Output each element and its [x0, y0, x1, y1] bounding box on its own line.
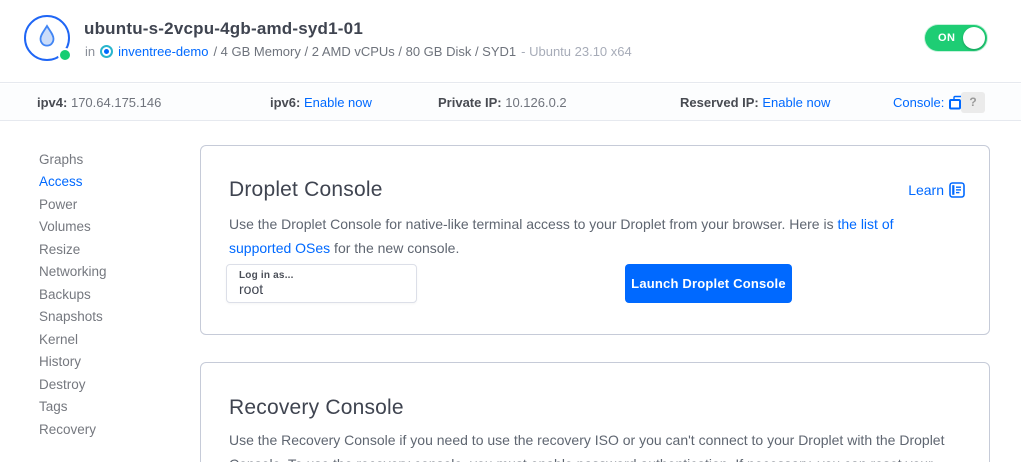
launch-droplet-console-button[interactable]: Launch Droplet Console: [625, 264, 792, 303]
project-icon: [100, 45, 113, 58]
private-ip-label: Private IP:: [438, 95, 502, 110]
droplet-page: ubuntu-s-2vcpu-4gb-amd-syd1-01 in invent…: [0, 0, 1021, 462]
droplet-os: - Ubuntu 23.10 x64: [521, 44, 632, 59]
ipv6-label: ipv6:: [270, 95, 300, 110]
sidebar-item-recovery[interactable]: Recovery: [39, 418, 189, 441]
ipv6-enable-link[interactable]: Enable now: [304, 95, 372, 110]
power-toggle[interactable]: ON: [925, 25, 987, 51]
sidebar-item-volumes[interactable]: Volumes: [39, 216, 189, 239]
status-online-dot: [58, 48, 72, 62]
droplet-sidebar: Graphs Access Power Volumes Resize Netwo…: [39, 148, 189, 441]
description-text-end: for the new console.: [330, 240, 459, 256]
recovery-console-title: Recovery Console: [229, 396, 404, 420]
reserved-ip-enable-link[interactable]: Enable now: [762, 95, 830, 110]
reserved-ip-label: Reserved IP:: [680, 95, 759, 110]
sidebar-item-graphs[interactable]: Graphs: [39, 148, 189, 171]
sidebar-item-destroy[interactable]: Destroy: [39, 373, 189, 396]
page-title: ubuntu-s-2vcpu-4gb-amd-syd1-01: [84, 19, 363, 39]
description-text-start: Use the Droplet Console for native-like …: [229, 216, 837, 232]
droplet-console-card: Droplet Console Learn Use the Droplet Co…: [200, 145, 990, 335]
droplet-console-title: Droplet Console: [229, 178, 383, 202]
droplet-logo-icon: [24, 15, 70, 61]
learn-link[interactable]: Learn: [908, 182, 965, 198]
droplet-subtitle: in inventree-demo / 4 GB Memory / 2 AMD …: [85, 44, 632, 59]
recovery-console-description: Use the Recovery Console if you need to …: [229, 428, 957, 462]
ip-bar: ipv4: 170.64.175.146 ipv6: Enable now Pr…: [0, 84, 1021, 121]
ipv4-label: ipv4:: [37, 95, 67, 110]
droplet-console-description: Use the Droplet Console for native-like …: [229, 212, 957, 260]
console-launcher[interactable]: Console:: [893, 95, 965, 110]
help-button[interactable]: ?: [961, 92, 985, 113]
sidebar-item-resize[interactable]: Resize: [39, 238, 189, 261]
console-label: Console:: [893, 95, 944, 110]
ipv4-value: 170.64.175.146: [71, 95, 161, 110]
in-label: in: [85, 44, 95, 59]
droplet-specs: / 4 GB Memory / 2 AMD vCPUs / 80 GB Disk…: [213, 44, 516, 59]
ipv4-group: ipv4: 170.64.175.146: [37, 95, 161, 110]
project-link[interactable]: inventree-demo: [118, 44, 208, 59]
sidebar-item-backups[interactable]: Backups: [39, 283, 189, 306]
private-ip-group: Private IP: 10.126.0.2: [438, 95, 567, 110]
sidebar-item-access[interactable]: Access: [39, 171, 189, 194]
sidebar-item-kernel[interactable]: Kernel: [39, 328, 189, 351]
droplet-icon: [35, 24, 59, 50]
power-toggle-knob[interactable]: [963, 27, 985, 49]
login-as-input[interactable]: [239, 281, 399, 297]
sidebar-item-snapshots[interactable]: Snapshots: [39, 306, 189, 329]
private-ip-value: 10.126.0.2: [505, 95, 566, 110]
sidebar-item-tags[interactable]: Tags: [39, 396, 189, 419]
recovery-console-card: Recovery Console Use the Recovery Consol…: [200, 362, 990, 462]
sidebar-item-history[interactable]: History: [39, 351, 189, 374]
login-as-field[interactable]: Log in as...: [226, 264, 417, 303]
power-toggle-label: ON: [938, 32, 956, 44]
login-as-label: Log in as...: [239, 270, 416, 281]
reserved-ip-group: Reserved IP: Enable now: [680, 95, 830, 110]
learn-label: Learn: [908, 182, 944, 198]
docs-icon: [949, 182, 965, 198]
sidebar-item-power[interactable]: Power: [39, 193, 189, 216]
droplet-header: ubuntu-s-2vcpu-4gb-amd-syd1-01 in invent…: [0, 0, 1021, 83]
sidebar-item-networking[interactable]: Networking: [39, 261, 189, 284]
ipv6-group: ipv6: Enable now: [270, 95, 372, 110]
